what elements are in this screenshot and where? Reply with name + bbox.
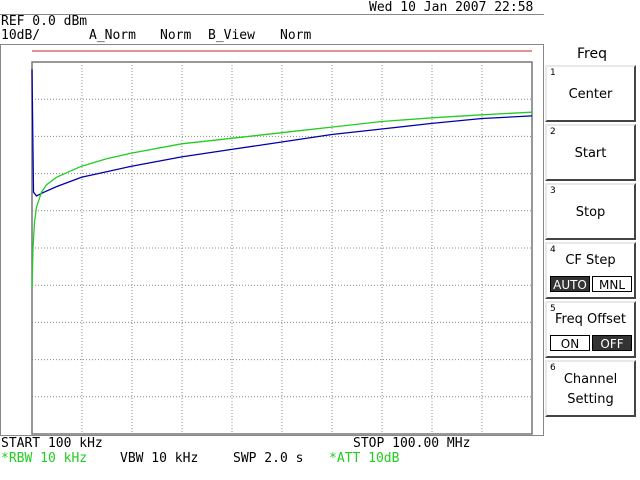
cf-step-manual-option[interactable]: MNL: [592, 276, 632, 292]
softkey-number: 3: [550, 186, 556, 196]
rbw-readout: *RBW 10 kHz: [1, 451, 88, 466]
stop-frequency: STOP 100.00 MHz: [353, 436, 471, 451]
softkey-label: Stop: [575, 205, 606, 220]
start-frequency: START 100 kHz: [1, 436, 103, 451]
trace-a-detector: Norm: [160, 28, 192, 43]
datetime-readout: Wed 10 Jan 2007 22:58: [369, 0, 534, 15]
freq-offset-softkey[interactable]: 5 Freq Offset ON OFF: [545, 301, 636, 358]
cf-step-auto-option[interactable]: AUTO: [550, 276, 590, 292]
softkey-label-line2: Setting: [567, 392, 614, 407]
ref-level-readout: REF 0.0 dBm: [1, 14, 88, 29]
sweep-time-readout: SWP 2.0 s: [233, 451, 304, 466]
stop-softkey[interactable]: 3 Stop: [545, 183, 636, 240]
softkey-number: 2: [550, 127, 556, 137]
scale-readout: 10dB/: [1, 28, 41, 43]
vbw-readout: VBW 10 kHz: [120, 451, 199, 466]
freq-offset-on-option[interactable]: ON: [550, 335, 590, 351]
softkey-label: CF Step: [565, 253, 616, 268]
softkey-label: Start: [574, 146, 607, 161]
trace-b-detector: Norm: [280, 28, 312, 43]
softkey-label: Freq Offset: [554, 312, 627, 327]
trace-a-mode: A_Norm: [89, 28, 136, 43]
spectrum-plot: [0, 44, 544, 436]
softkey-number: 1: [550, 68, 556, 78]
start-softkey[interactable]: 2 Start: [545, 124, 636, 181]
softkey-label: Channel: [563, 372, 618, 387]
freq-offset-off-option[interactable]: OFF: [592, 335, 632, 351]
menu-title: Freq: [577, 46, 607, 62]
trace-b-mode: B_View: [208, 28, 255, 43]
softkey-label: Center: [568, 87, 613, 102]
center-softkey[interactable]: 1 Center: [545, 65, 636, 122]
channel-setting-softkey[interactable]: 6 Channel Setting: [545, 360, 636, 417]
spectrum-display: [0, 44, 544, 436]
cf-step-softkey[interactable]: 4 CF Step AUTO MNL: [545, 242, 636, 299]
attenuation-readout: *ATT 10dB: [329, 451, 400, 466]
